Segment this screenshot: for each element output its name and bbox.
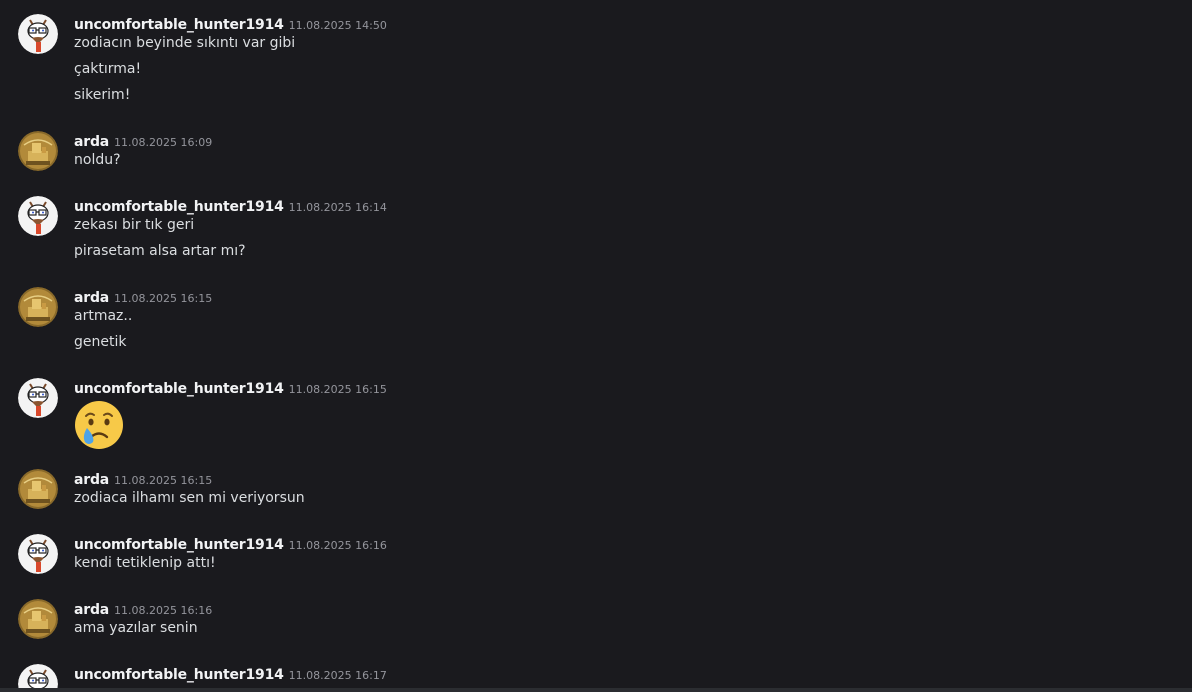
message-header: uncomfortable_hunter1914 11.08.2025 16:15 xyxy=(74,378,387,398)
avatar[interactable] xyxy=(18,196,58,236)
message-header: arda 11.08.2025 16:15 xyxy=(74,469,212,489)
message-text: pirasetam alsa artar mı? xyxy=(74,243,246,259)
timestamp: 11.08.2025 16:09 xyxy=(114,136,213,149)
cartoon-goose-avatar-icon xyxy=(18,378,58,418)
message-content: zekası bir tık geri pirasetam alsa artar… xyxy=(74,216,246,268)
message-text: çaktırma! xyxy=(74,61,142,77)
cartoon-goose-avatar-icon xyxy=(18,196,58,236)
avatar[interactable] xyxy=(18,599,58,639)
timestamp: 11.08.2025 16:15 xyxy=(114,292,213,305)
avatar[interactable] xyxy=(18,469,58,509)
username[interactable]: uncomfortable_hunter1914 xyxy=(74,537,284,553)
timestamp: 11.08.2025 14:50 xyxy=(288,19,387,32)
timestamp: 11.08.2025 16:14 xyxy=(288,201,387,214)
message-content: kendi tetiklenip attı! xyxy=(74,554,216,580)
avatar[interactable] xyxy=(18,131,58,171)
timestamp: 11.08.2025 16:17 xyxy=(288,669,387,682)
golden-statue-avatar-icon xyxy=(18,469,58,509)
message-content: zodiacın beyinde sıkıntı var gibi çaktır… xyxy=(74,34,295,112)
username[interactable]: uncomfortable_hunter1914 xyxy=(74,667,284,683)
timestamp: 11.08.2025 16:15 xyxy=(114,474,213,487)
username[interactable]: uncomfortable_hunter1914 xyxy=(74,199,284,215)
message-text: sikerim! xyxy=(74,87,131,103)
message-content: ama yazılar senin xyxy=(74,619,198,645)
message-content: noldu? xyxy=(74,151,121,177)
message-header: arda 11.08.2025 16:09 xyxy=(74,131,212,151)
timestamp: 11.08.2025 16:16 xyxy=(114,604,213,617)
message-text: zodiacın beyinde sıkıntı var gibi xyxy=(74,35,296,51)
username[interactable]: uncomfortable_hunter1914 xyxy=(74,17,284,33)
message-text: ama yazılar senin xyxy=(74,620,198,636)
timestamp: 11.08.2025 16:15 xyxy=(288,383,387,396)
message-list: uncomfortable_hunter1914 11.08.2025 14:50… xyxy=(0,0,1192,692)
golden-statue-avatar-icon xyxy=(18,131,58,171)
message-header: uncomfortable_hunter1914 11.08.2025 14:50 xyxy=(74,14,387,34)
timestamp: 11.08.2025 16:16 xyxy=(288,539,387,552)
message-header: uncomfortable_hunter1914 11.08.2025 16:16 xyxy=(74,534,387,554)
message-content xyxy=(74,398,124,452)
username[interactable]: uncomfortable_hunter1914 xyxy=(74,381,284,397)
message-text: genetik xyxy=(74,334,127,350)
cartoon-goose-avatar-icon xyxy=(18,14,58,54)
message-header: uncomfortable_hunter1914 11.08.2025 16:14 xyxy=(74,196,387,216)
message-text: zekası bir tık geri xyxy=(74,217,195,233)
golden-statue-avatar-icon xyxy=(18,599,58,639)
username[interactable]: arda xyxy=(74,472,109,488)
username[interactable]: arda xyxy=(74,290,109,306)
message-text: kendi tetiklenip attı! xyxy=(74,555,216,571)
cartoon-goose-avatar-icon xyxy=(18,534,58,574)
avatar[interactable] xyxy=(18,534,58,574)
message-header: uncomfortable_hunter1914 11.08.2025 16:17 xyxy=(74,664,387,684)
message-header: arda 11.08.2025 16:15 xyxy=(74,287,212,307)
message-header: arda 11.08.2025 16:16 xyxy=(74,599,212,619)
message-content: artmaz.. genetik xyxy=(74,307,132,359)
message-content: zodiaca ilhamı sen mi veriyorsun xyxy=(74,489,305,515)
golden-statue-avatar-icon xyxy=(18,287,58,327)
avatar[interactable] xyxy=(18,378,58,418)
message-text: noldu? xyxy=(74,152,121,168)
message-text: artmaz.. xyxy=(74,308,133,324)
message-text: zodiaca ilhamı sen mi veriyorsun xyxy=(74,490,305,506)
avatar[interactable] xyxy=(18,287,58,327)
username[interactable]: arda xyxy=(74,602,109,618)
message-emoji xyxy=(74,398,124,452)
composer-edge xyxy=(0,688,1192,692)
username[interactable]: arda xyxy=(74,134,109,150)
avatar[interactable] xyxy=(18,14,58,54)
crying-face-emoji-icon xyxy=(75,401,123,449)
